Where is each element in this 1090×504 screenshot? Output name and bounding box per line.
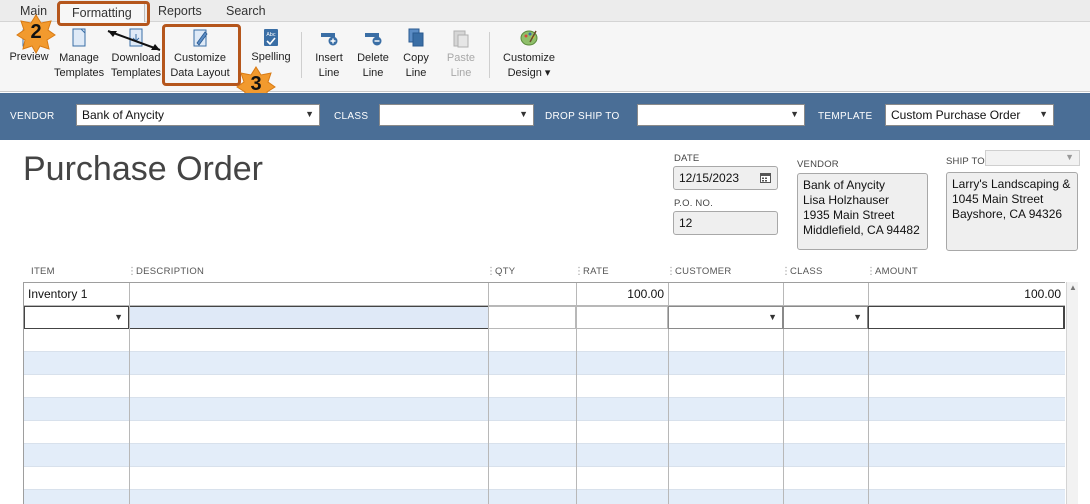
customer-dropdown[interactable]: ▼ bbox=[668, 306, 783, 329]
po-number-value: 12 bbox=[679, 216, 693, 230]
vendor-address-label: VENDOR bbox=[797, 159, 839, 170]
delete-line-line2: Line bbox=[362, 67, 384, 79]
chevron-down-icon: ▼ bbox=[790, 109, 799, 119]
template-dropdown-value: Custom Purchase Order bbox=[891, 108, 1021, 122]
cell-amount[interactable]: 100.00 bbox=[872, 287, 1061, 301]
copy-line-line2: Line bbox=[405, 67, 427, 79]
insert-line-button[interactable]: Insert Line bbox=[310, 28, 348, 81]
step-2-badge: 2 bbox=[16, 14, 56, 54]
vendor-dropdown[interactable]: Bank of Anycity ▼ bbox=[76, 104, 320, 126]
column-header-rate[interactable]: RATE bbox=[583, 266, 609, 277]
rate-input[interactable] bbox=[576, 306, 668, 329]
tab-search[interactable]: Search bbox=[226, 4, 266, 18]
column-header-description[interactable]: DESCRIPTION bbox=[136, 266, 204, 277]
vendor-address-line: Bank of Anycity bbox=[803, 178, 886, 192]
column-divider bbox=[129, 283, 130, 504]
delete-line-icon bbox=[365, 33, 382, 46]
qty-input[interactable] bbox=[488, 306, 576, 329]
drop-ship-dropdown[interactable]: ▼ bbox=[637, 104, 805, 126]
insert-line-icon bbox=[321, 33, 338, 46]
copy-line-button[interactable]: Copy Line bbox=[398, 28, 434, 81]
paste-line-icon bbox=[453, 30, 469, 48]
form-title: Purchase Order bbox=[23, 150, 263, 188]
date-label: DATE bbox=[674, 153, 700, 164]
chevron-down-icon: ▼ bbox=[519, 109, 528, 119]
column-header-qty[interactable]: QTY bbox=[495, 266, 515, 277]
spelling-label: Spelling bbox=[251, 51, 291, 63]
spelling-icon: Abc bbox=[264, 29, 278, 46]
spelling-button[interactable]: Abc Spelling bbox=[248, 28, 294, 64]
drop-ship-header-label: DROP SHIP TO bbox=[545, 111, 620, 122]
item-dropdown[interactable]: ▼ bbox=[24, 306, 129, 329]
po-number-field[interactable]: 12 bbox=[673, 211, 778, 235]
template-header-label: TEMPLATE bbox=[818, 111, 873, 122]
ship-to-address-box[interactable]: Larry's Landscaping & 1045 Main Street B… bbox=[946, 172, 1078, 251]
vendor-address-line: Lisa Holzhauser bbox=[803, 193, 890, 207]
insert-line-line2: Line bbox=[318, 67, 340, 79]
column-header-item[interactable]: ITEM bbox=[31, 266, 55, 277]
table-row[interactable] bbox=[24, 375, 1065, 398]
table-row[interactable] bbox=[24, 490, 1065, 504]
copy-line-icon bbox=[408, 28, 424, 47]
ship-to-address-line: 1045 Main Street bbox=[952, 192, 1044, 206]
scroll-up-icon[interactable]: ▲ bbox=[1069, 283, 1077, 292]
cell-rate[interactable]: 100.00 bbox=[580, 287, 664, 301]
chevron-down-icon: ▼ bbox=[305, 109, 314, 119]
ship-to-address-line: Bayshore, CA 94326 bbox=[952, 207, 1063, 221]
vertical-scrollbar[interactable]: ▲ bbox=[1066, 282, 1078, 504]
copy-line-line1: Copy bbox=[403, 52, 429, 64]
vendor-address-line: 1935 Main Street bbox=[803, 208, 895, 222]
download-templates-line2: Templates bbox=[110, 67, 162, 79]
vendor-dropdown-value: Bank of Anycity bbox=[82, 108, 165, 122]
cell-item[interactable]: Inventory 1 bbox=[28, 287, 87, 301]
chevron-down-icon: ▼ bbox=[1065, 152, 1074, 162]
class-header-label: CLASS bbox=[334, 111, 369, 122]
class-cell-dropdown[interactable]: ▼ bbox=[783, 306, 868, 329]
ribbon-divider bbox=[489, 32, 490, 78]
ship-to-address-line: Larry's Landscaping & bbox=[952, 177, 1071, 191]
po-number-label: P.O. NO. bbox=[674, 198, 713, 209]
ribbon-divider bbox=[301, 32, 302, 78]
chevron-down-icon: ▼ bbox=[768, 312, 777, 322]
customize-design-line2: Design ▾ bbox=[507, 67, 551, 79]
ship-to-dropdown[interactable]: ▼ bbox=[985, 150, 1080, 166]
vendor-address-line: Middlefield, CA 94482 bbox=[803, 223, 920, 237]
calendar-icon[interactable] bbox=[760, 172, 771, 183]
column-header-amount[interactable]: AMOUNT bbox=[875, 266, 918, 277]
paste-line-button[interactable]: Paste Line bbox=[442, 28, 480, 81]
table-row[interactable] bbox=[24, 329, 1065, 352]
date-field[interactable]: 12/15/2023 bbox=[673, 166, 778, 190]
table-row[interactable] bbox=[24, 398, 1065, 421]
table-row[interactable] bbox=[24, 352, 1065, 375]
paste-line-line2: Line bbox=[450, 67, 472, 79]
class-dropdown[interactable]: ▼ bbox=[379, 104, 534, 126]
paste-line-line1: Paste bbox=[446, 52, 476, 64]
line-items-table: Inventory 1 100.00 100.00 ▼ ▼ ▼ bbox=[23, 282, 1065, 504]
chevron-down-icon: ▼ bbox=[853, 312, 862, 322]
step-2-number: 2 bbox=[30, 21, 42, 43]
svg-text:Abc: Abc bbox=[266, 32, 276, 38]
table-row[interactable] bbox=[24, 444, 1065, 467]
customize-design-button[interactable]: Customize Design ▾ bbox=[500, 28, 558, 81]
amount-input[interactable] bbox=[868, 306, 1064, 329]
date-value: 12/15/2023 bbox=[679, 171, 740, 185]
transaction-header-bar: VENDOR Bank of Anycity ▼ CLASS ▼ DROP SH… bbox=[0, 93, 1090, 140]
vendor-address-box[interactable]: Bank of Anycity Lisa Holzhauser 1935 Mai… bbox=[797, 173, 928, 250]
customize-design-line1: Customize bbox=[503, 52, 555, 64]
delete-line-line1: Delete bbox=[357, 52, 389, 64]
palette-icon bbox=[520, 30, 538, 46]
chevron-down-icon: ▼ bbox=[114, 312, 123, 322]
table-row[interactable] bbox=[24, 421, 1065, 444]
column-header-customer[interactable]: CUSTOMER bbox=[675, 266, 732, 277]
ship-to-label: SHIP TO bbox=[946, 156, 985, 167]
insert-line-line1: Insert bbox=[315, 52, 343, 64]
manage-templates-line2: Templates bbox=[54, 67, 105, 79]
delete-line-button[interactable]: Delete Line bbox=[353, 28, 393, 81]
vendor-header-label: VENDOR bbox=[10, 111, 55, 122]
column-header-class[interactable]: CLASS bbox=[790, 266, 823, 277]
table-row[interactable] bbox=[24, 467, 1065, 490]
chevron-down-icon: ▼ bbox=[1039, 109, 1048, 119]
template-dropdown[interactable]: Custom Purchase Order ▼ bbox=[885, 104, 1054, 126]
